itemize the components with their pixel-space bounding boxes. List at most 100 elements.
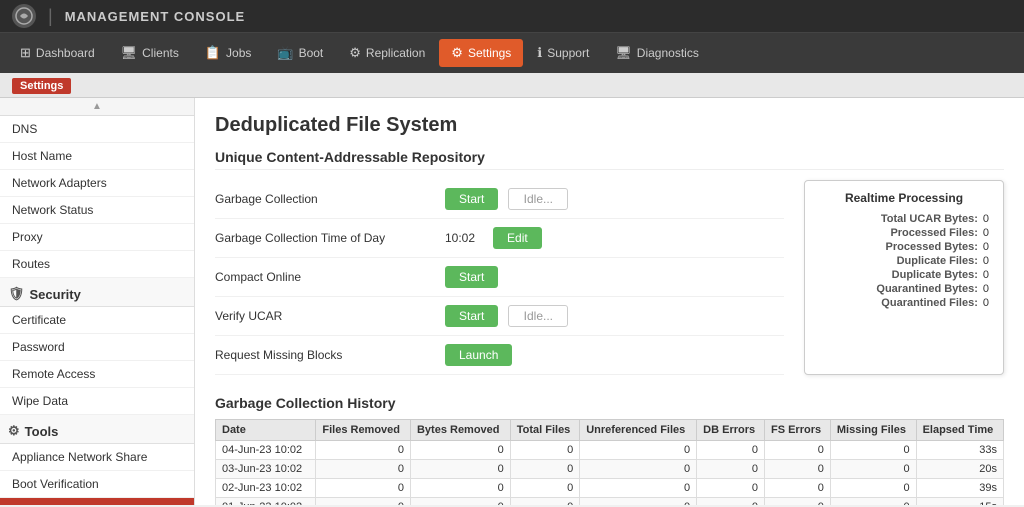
garbage-collection-status: Idle...	[508, 188, 568, 210]
main-layout: ▲ DNS Host Name Network Adapters Network…	[0, 98, 1024, 505]
table-cell: 0	[410, 441, 510, 460]
realtime-label-5: Quarantined Bytes:	[876, 283, 977, 295]
app-logo	[12, 4, 36, 28]
tools-icon: ⚙	[8, 423, 20, 439]
table-cell: 0	[410, 498, 510, 506]
nav-diagnostics[interactable]: 🖥 Diagnostics	[603, 39, 711, 67]
boot-icon: 📺	[277, 45, 293, 61]
sidebar-item-network-status[interactable]: Network Status	[0, 197, 194, 224]
gc-time-label: Garbage Collection Time of Day	[215, 231, 435, 245]
sidebar-scroll-up[interactable]: ▲	[0, 98, 194, 116]
ucar-section-title: Unique Content-Addressable Repository	[215, 149, 1004, 170]
table-cell: 0	[830, 479, 916, 498]
settings-icon: ⚙	[451, 45, 463, 61]
realtime-value-0: 0	[983, 213, 989, 225]
realtime-row-4: Duplicate Bytes: 0	[819, 269, 989, 281]
realtime-label-3: Duplicate Files:	[897, 255, 978, 267]
table-cell: 20s	[916, 460, 1003, 479]
shield-icon: 🛡	[8, 286, 25, 302]
sidebar-item-appliance-network-share[interactable]: Appliance Network Share	[0, 444, 194, 471]
top-bar: | MANAGEMENT CONSOLE	[0, 0, 1024, 33]
clients-icon: 🖥	[121, 45, 138, 61]
sidebar-item-routes[interactable]: Routes	[0, 251, 194, 278]
nav-jobs[interactable]: 📋 Jobs	[193, 39, 264, 67]
table-cell: 0	[697, 479, 765, 498]
sidebar-item-hostname[interactable]: Host Name	[0, 143, 194, 170]
realtime-processing-box: Realtime Processing Total UCAR Bytes: 0 …	[804, 180, 1004, 375]
compact-online-label: Compact Online	[215, 270, 435, 284]
realtime-row-0: Total UCAR Bytes: 0	[819, 213, 989, 225]
control-row-gc-time: Garbage Collection Time of Day 10:02 Edi…	[215, 219, 784, 258]
col-bytes-removed: Bytes Removed	[410, 420, 510, 441]
table-cell: 0	[830, 441, 916, 460]
table-cell: 0	[580, 441, 697, 460]
table-row: 01-Jun-23 10:02000000015s	[216, 498, 1004, 506]
realtime-row-5: Quarantined Bytes: 0	[819, 283, 989, 295]
gc-time-edit-button[interactable]: Edit	[493, 227, 542, 249]
settings-breadcrumb-bar: Settings	[0, 73, 1024, 98]
table-cell: 0	[830, 460, 916, 479]
table-cell: 04-Jun-23 10:02	[216, 441, 316, 460]
realtime-row-1: Processed Files: 0	[819, 227, 989, 239]
control-row-request-missing-blocks: Request Missing Blocks Launch	[215, 336, 784, 375]
realtime-label-2: Processed Bytes:	[886, 241, 978, 253]
table-row: 03-Jun-23 10:02000000020s	[216, 460, 1004, 479]
realtime-value-1: 0	[983, 227, 989, 239]
nav-dashboard[interactable]: ⊞ Dashboard	[8, 39, 107, 67]
table-cell: 01-Jun-23 10:02	[216, 498, 316, 506]
sidebar-item-boot-verification[interactable]: Boot Verification	[0, 471, 194, 498]
sidebar-item-certificate[interactable]: Certificate	[0, 307, 194, 334]
realtime-title: Realtime Processing	[819, 191, 989, 205]
col-missing-files: Missing Files	[830, 420, 916, 441]
nav-boot[interactable]: 📺 Boot	[265, 39, 335, 67]
app-title: MANAGEMENT CONSOLE	[65, 9, 246, 24]
ucar-controls: Garbage Collection Start Idle... Garbage…	[215, 180, 784, 375]
control-row-compact-online: Compact Online Start	[215, 258, 784, 297]
col-date: Date	[216, 420, 316, 441]
realtime-row-3: Duplicate Files: 0	[819, 255, 989, 267]
table-cell: 02-Jun-23 10:02	[216, 479, 316, 498]
garbage-collection-start-button[interactable]: Start	[445, 188, 498, 210]
sidebar-item-remote-access[interactable]: Remote Access	[0, 361, 194, 388]
page-title: Deduplicated File System	[215, 114, 1004, 137]
table-cell: 03-Jun-23 10:02	[216, 460, 316, 479]
col-total-files: Total Files	[510, 420, 580, 441]
compact-online-start-button[interactable]: Start	[445, 266, 498, 288]
table-cell: 0	[316, 479, 411, 498]
nav-replication[interactable]: ⚙ Replication	[337, 39, 437, 67]
realtime-label-1: Processed Files:	[890, 227, 977, 239]
realtime-value-4: 0	[983, 269, 989, 281]
table-cell: 0	[764, 498, 830, 506]
sidebar-item-password[interactable]: Password	[0, 334, 194, 361]
control-row-garbage-collection: Garbage Collection Start Idle...	[215, 180, 784, 219]
table-cell: 0	[697, 498, 765, 506]
realtime-label-6: Quarantined Files:	[881, 297, 978, 309]
nav-settings[interactable]: ⚙ Settings	[439, 39, 523, 67]
table-cell: 0	[410, 479, 510, 498]
replication-icon: ⚙	[349, 45, 361, 61]
verify-ucar-status: Idle...	[508, 305, 568, 327]
table-cell: 0	[697, 441, 765, 460]
sidebar-item-deduplicated-file-system[interactable]: Deduplicated File System	[0, 498, 194, 505]
sidebar-item-wipe-data[interactable]: Wipe Data	[0, 388, 194, 415]
sidebar-item-dns[interactable]: DNS	[0, 116, 194, 143]
sidebar-item-network-adapters[interactable]: Network Adapters	[0, 170, 194, 197]
request-missing-blocks-launch-button[interactable]: Launch	[445, 344, 512, 366]
settings-breadcrumb-tag: Settings	[12, 78, 71, 94]
jobs-icon: 📋	[205, 45, 221, 61]
verify-ucar-start-button[interactable]: Start	[445, 305, 498, 327]
table-cell: 33s	[916, 441, 1003, 460]
realtime-value-3: 0	[983, 255, 989, 267]
table-cell: 0	[764, 460, 830, 479]
table-cell: 0	[580, 460, 697, 479]
sidebar-item-proxy[interactable]: Proxy	[0, 224, 194, 251]
table-cell: 39s	[916, 479, 1003, 498]
nav-support[interactable]: ℹ Support	[525, 39, 601, 67]
ucar-section: Garbage Collection Start Idle... Garbage…	[215, 180, 1004, 375]
table-cell: 0	[764, 441, 830, 460]
support-icon: ℹ	[537, 45, 542, 61]
sidebar-section-tools: ⚙ Tools	[0, 415, 194, 444]
request-missing-blocks-label: Request Missing Blocks	[215, 348, 435, 362]
table-cell: 0	[316, 460, 411, 479]
nav-clients[interactable]: 🖥 Clients	[109, 39, 191, 67]
